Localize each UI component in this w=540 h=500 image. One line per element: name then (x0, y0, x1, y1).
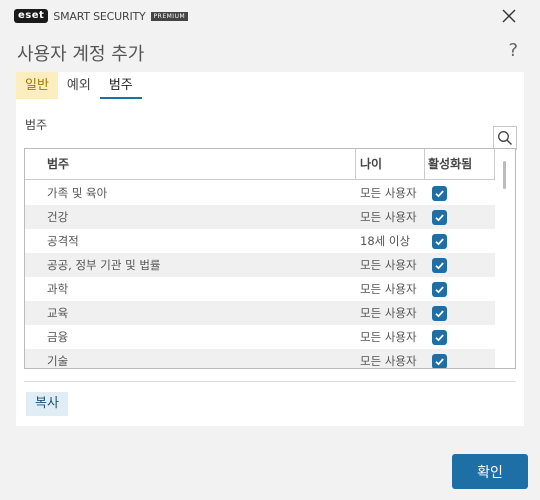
category-cell: 기술 (47, 354, 69, 368)
eset-logo: eset (14, 9, 49, 23)
checkmark-icon (435, 189, 444, 197)
checkmark-icon (435, 237, 444, 245)
category-cell: 금융 (47, 330, 69, 344)
scrollbar-thumb[interactable] (503, 161, 506, 189)
copy-button[interactable]: 복사 (26, 392, 68, 416)
ok-button[interactable]: 확인 (452, 454, 528, 489)
table-row[interactable]: 공공, 정부 기관 및 법률 모든 사용자 (25, 253, 495, 277)
table-header: 범주 나이 활성화됨 (25, 149, 495, 180)
table-row[interactable]: 가족 및 육아 모든 사용자 (25, 181, 495, 205)
enabled-checkbox[interactable] (432, 281, 447, 297)
category-cell: 공공, 정부 기관 및 법률 (47, 258, 161, 272)
category-cell: 교육 (47, 306, 69, 320)
table-row[interactable]: 공격적 18세 이상 (25, 229, 495, 253)
age-cell[interactable]: 모든 사용자 (356, 349, 425, 368)
search-button[interactable] (493, 126, 517, 150)
section-label: 범주 (25, 118, 48, 132)
checkmark-icon (435, 333, 444, 341)
enabled-checkbox[interactable] (432, 209, 447, 225)
age-cell[interactable]: 모든 사용자 (356, 181, 425, 205)
checkmark-icon (435, 357, 444, 365)
edition-badge: PREMIUM (150, 11, 189, 21)
close-icon (502, 9, 516, 23)
close-button[interactable] (500, 7, 518, 25)
column-header-age[interactable]: 나이 (356, 149, 425, 179)
enabled-checkbox[interactable] (432, 233, 447, 249)
tab-bar: 일반 예외 범주 (16, 72, 142, 99)
enabled-checkbox[interactable] (432, 329, 447, 345)
checkmark-icon (435, 309, 444, 317)
enabled-cell (425, 349, 495, 368)
table-row[interactable]: 기술 모든 사용자 (25, 349, 495, 368)
divider (24, 381, 516, 382)
table-row[interactable]: 건강 모든 사용자 (25, 205, 495, 229)
checkmark-icon (435, 261, 444, 269)
help-button[interactable]: ? (508, 40, 518, 61)
page-title: 사용자 계정 추가 (17, 44, 145, 65)
age-cell[interactable]: 모든 사용자 (356, 277, 425, 301)
tab-exceptions[interactable]: 예외 (58, 72, 100, 99)
title-bar: eset SMART SECURITY PREMIUM (0, 0, 540, 32)
age-cell[interactable]: 18세 이상 (356, 229, 425, 253)
age-cell[interactable]: 모든 사용자 (356, 205, 425, 229)
checkmark-icon (435, 213, 444, 221)
enabled-cell (425, 253, 495, 277)
enabled-cell (425, 205, 495, 229)
category-table: 범주 나이 활성화됨 가족 및 육아 모든 사용자 건강 모든 사용자 공격적 (24, 148, 516, 369)
column-header-enabled[interactable]: 활성화됨 (425, 149, 495, 179)
age-cell[interactable]: 모든 사용자 (356, 253, 425, 277)
checkmark-icon (435, 285, 444, 293)
table-row[interactable]: 교육 모든 사용자 (25, 301, 495, 325)
category-cell: 공격적 (47, 234, 79, 248)
enabled-cell (425, 325, 495, 349)
tab-general[interactable]: 일반 (16, 72, 58, 99)
age-cell[interactable]: 모든 사용자 (356, 301, 425, 325)
table-row[interactable]: 금융 모든 사용자 (25, 325, 495, 349)
product-name: SMART SECURITY (53, 9, 146, 23)
enabled-cell (425, 181, 495, 205)
enabled-cell (425, 229, 495, 253)
search-icon (498, 131, 512, 145)
enabled-cell (425, 301, 495, 325)
content-panel: 일반 예외 범주 범주 범주 나이 활성화됨 가족 및 육아 모든 사용자 건강 (16, 72, 524, 426)
category-cell: 가족 및 육아 (47, 186, 108, 200)
category-cell: 건강 (47, 210, 69, 224)
category-cell: 과학 (47, 282, 69, 296)
age-cell[interactable]: 모든 사용자 (356, 325, 425, 349)
table-scrollbar[interactable] (495, 149, 515, 368)
enabled-checkbox[interactable] (432, 185, 447, 201)
enabled-checkbox[interactable] (432, 305, 447, 321)
brand: eset SMART SECURITY PREMIUM (14, 9, 189, 23)
enabled-checkbox[interactable] (432, 257, 447, 273)
tab-categories[interactable]: 범주 (99, 72, 142, 99)
table-row[interactable]: 과학 모든 사용자 (25, 277, 495, 301)
column-header-category[interactable]: 범주 (25, 149, 356, 179)
enabled-cell (425, 277, 495, 301)
enabled-checkbox[interactable] (432, 353, 447, 368)
table-body: 가족 및 육아 모든 사용자 건강 모든 사용자 공격적 18세 이상 공공, … (25, 181, 495, 368)
